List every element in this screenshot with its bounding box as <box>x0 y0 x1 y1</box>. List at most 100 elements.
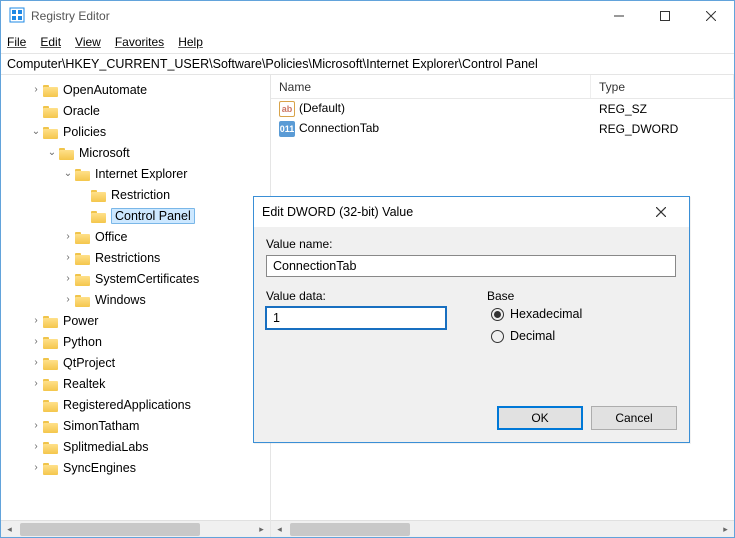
tree-node-label: Control Panel <box>111 208 195 224</box>
dialog-title: Edit DWORD (32-bit) Value <box>262 205 413 219</box>
column-header-name[interactable]: Name <box>271 75 591 98</box>
chevron-right-icon[interactable]: › <box>29 377 43 391</box>
scroll-left-icon[interactable]: ◂ <box>1 521 18 538</box>
tree-node-label: Policies <box>63 125 106 139</box>
list-rows: ab(Default)REG_SZ011ConnectionTabREG_DWO… <box>271 99 734 139</box>
value-name-input[interactable] <box>266 255 676 277</box>
tree-node[interactable]: Restriction <box>1 184 270 205</box>
chevron-right-icon[interactable]: › <box>61 293 75 307</box>
scroll-right-icon[interactable]: ▸ <box>253 521 270 538</box>
dialog-body: Value name: Value data: Base Hexadecimal… <box>254 227 689 406</box>
column-header-type[interactable]: Type <box>591 75 734 98</box>
chevron-right-icon[interactable]: › <box>29 419 43 433</box>
folder-icon <box>43 419 59 433</box>
menu-favorites[interactable]: Favorites <box>115 35 164 49</box>
chevron-down-icon[interactable]: ⌄ <box>45 146 59 160</box>
chevron-right-icon[interactable]: › <box>61 251 75 265</box>
tree-node[interactable]: Oracle <box>1 100 270 121</box>
menu-view[interactable]: View <box>75 35 101 49</box>
twisty-none <box>29 104 43 118</box>
chevron-right-icon[interactable]: › <box>29 440 43 454</box>
folder-icon <box>75 230 91 244</box>
scroll-track[interactable] <box>18 521 253 538</box>
radio-icon <box>491 308 504 321</box>
tree-node[interactable]: ›SplitmediaLabs <box>1 436 270 457</box>
tree-node[interactable]: ›Power <box>1 310 270 331</box>
cell-name: ab(Default) <box>271 101 591 117</box>
minimize-button[interactable] <box>596 1 642 31</box>
cancel-button[interactable]: Cancel <box>591 406 677 430</box>
tree-node[interactable]: › QtProject <box>1 352 270 373</box>
tree-node-label: Restriction <box>111 188 170 202</box>
menu-file[interactable]: File <box>7 35 26 49</box>
menu-edit[interactable]: Edit <box>40 35 61 49</box>
title-button-group <box>596 1 734 31</box>
tree-node-label: Office <box>95 230 127 244</box>
scroll-thumb[interactable] <box>290 523 410 536</box>
list-scrollbar-horizontal[interactable]: ◂ ▸ <box>271 520 734 537</box>
chevron-right-icon[interactable]: › <box>29 314 43 328</box>
list-row[interactable]: ab(Default)REG_SZ <box>271 99 734 119</box>
tree-node-label: Microsoft <box>79 146 130 160</box>
folder-icon <box>91 188 107 202</box>
tree-node[interactable]: ⌄ Policies <box>1 121 270 142</box>
address-bar[interactable]: Computer\HKEY_CURRENT_USER\Software\Poli… <box>1 53 734 75</box>
ok-button[interactable]: OK <box>497 406 583 430</box>
chevron-right-icon[interactable]: › <box>29 83 43 97</box>
cell-type: REG_SZ <box>591 102 734 116</box>
tree-node[interactable]: › SyncEngines <box>1 457 270 478</box>
folder-icon <box>43 461 59 475</box>
radio-hexadecimal[interactable]: Hexadecimal <box>491 307 677 321</box>
tree-node[interactable]: › OpenAutomate <box>1 79 270 100</box>
folder-icon <box>43 398 59 412</box>
chevron-down-icon[interactable]: ⌄ <box>29 125 43 139</box>
tree-scrollbar-horizontal[interactable]: ◂ ▸ <box>1 520 270 537</box>
folder-icon <box>75 167 91 181</box>
tree-node-label: Oracle <box>63 104 100 118</box>
chevron-right-icon[interactable]: › <box>61 272 75 286</box>
tree-node[interactable]: ›Python <box>1 331 270 352</box>
tree-node-label: Internet Explorer <box>95 167 187 181</box>
tree-node[interactable]: RegisteredApplications <box>1 394 270 415</box>
radio-decimal[interactable]: Decimal <box>491 329 677 343</box>
scroll-track[interactable] <box>288 521 717 538</box>
radio-icon <box>491 330 504 343</box>
tree-node[interactable]: ⌄ Microsoft <box>1 142 270 163</box>
tree-node[interactable]: › Office <box>1 226 270 247</box>
dword-value-icon: 011 <box>279 121 295 137</box>
tree-node[interactable]: ›Realtek <box>1 373 270 394</box>
menu-help[interactable]: Help <box>178 35 203 49</box>
dialog-close-button[interactable] <box>641 198 681 226</box>
close-button[interactable] <box>688 1 734 31</box>
value-data-input[interactable] <box>266 307 446 329</box>
folder-icon <box>59 146 75 160</box>
tree-node[interactable]: ›SimonTatham <box>1 415 270 436</box>
tree-node[interactable]: ⌄ Internet Explorer <box>1 163 270 184</box>
scroll-left-icon[interactable]: ◂ <box>271 521 288 538</box>
tree-node[interactable]: Control Panel <box>1 205 270 226</box>
twisty-none <box>29 398 43 412</box>
maximize-button[interactable] <box>642 1 688 31</box>
folder-icon <box>43 125 59 139</box>
tree-node[interactable]: ›Restrictions <box>1 247 270 268</box>
tree-node-label: Windows <box>95 293 146 307</box>
cell-name: 011ConnectionTab <box>271 121 591 137</box>
chevron-down-icon[interactable]: ⌄ <box>61 167 75 181</box>
tree-node-label: QtProject <box>63 356 115 370</box>
chevron-right-icon[interactable]: › <box>61 230 75 244</box>
list-row[interactable]: 011ConnectionTabREG_DWORD <box>271 119 734 139</box>
chevron-right-icon[interactable]: › <box>29 356 43 370</box>
folder-icon <box>43 314 59 328</box>
tree-node-label: SyncEngines <box>63 461 136 475</box>
chevron-right-icon[interactable]: › <box>29 335 43 349</box>
window-title: Registry Editor <box>31 9 110 23</box>
folder-icon <box>43 83 59 97</box>
tree-node[interactable]: ›SystemCertificates <box>1 268 270 289</box>
tree-node-label: OpenAutomate <box>63 83 147 97</box>
scroll-thumb[interactable] <box>20 523 200 536</box>
tree-node[interactable]: › Windows <box>1 289 270 310</box>
chevron-right-icon[interactable]: › <box>29 461 43 475</box>
folder-icon <box>43 335 59 349</box>
scroll-right-icon[interactable]: ▸ <box>717 521 734 538</box>
tree-view[interactable]: › OpenAutomate Oracle ⌄ Policies ⌄ Microsoft ⌄ I… <box>1 75 271 537</box>
